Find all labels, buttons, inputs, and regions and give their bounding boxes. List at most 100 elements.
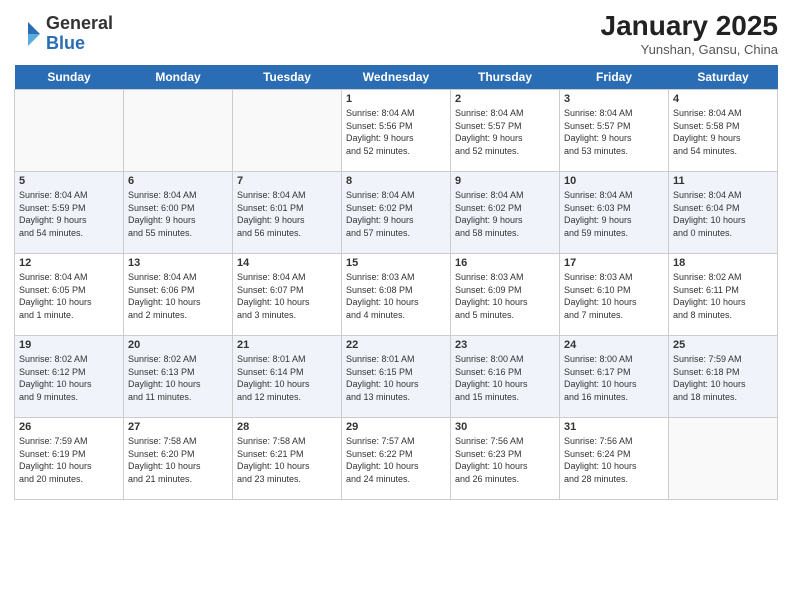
day-info: Sunrise: 8:04 AMSunset: 6:00 PMDaylight:… <box>128 189 228 239</box>
week-row-3: 12 Sunrise: 8:04 AMSunset: 6:05 PMDayligh… <box>15 254 778 336</box>
day-info: Sunrise: 8:00 AMSunset: 6:16 PMDaylight:… <box>455 353 555 403</box>
day-info: Sunrise: 7:58 AMSunset: 6:20 PMDaylight:… <box>128 435 228 485</box>
day-info: Sunrise: 8:04 AMSunset: 5:57 PMDaylight:… <box>564 107 664 157</box>
day-info: Sunrise: 7:57 AMSunset: 6:22 PMDaylight:… <box>346 435 446 485</box>
day-number: 11 <box>673 175 773 187</box>
calendar-cell <box>669 418 778 500</box>
calendar-cell: 31 Sunrise: 7:56 AMSunset: 6:24 PMDayligh… <box>560 418 669 500</box>
calendar-cell: 15 Sunrise: 8:03 AMSunset: 6:08 PMDayligh… <box>342 254 451 336</box>
header: General Blue January 2025 Yunshan, Gansu… <box>14 10 778 57</box>
day-header-tuesday: Tuesday <box>233 65 342 90</box>
day-info: Sunrise: 8:04 AMSunset: 6:03 PMDaylight:… <box>564 189 664 239</box>
day-number: 23 <box>455 339 555 351</box>
day-info: Sunrise: 8:01 AMSunset: 6:14 PMDaylight:… <box>237 353 337 403</box>
calendar-cell: 26 Sunrise: 7:59 AMSunset: 6:19 PMDayligh… <box>15 418 124 500</box>
day-number: 29 <box>346 421 446 433</box>
calendar-cell: 18 Sunrise: 8:02 AMSunset: 6:11 PMDayligh… <box>669 254 778 336</box>
day-info: Sunrise: 8:04 AMSunset: 5:56 PMDaylight:… <box>346 107 446 157</box>
day-number: 27 <box>128 421 228 433</box>
day-number: 12 <box>19 257 119 269</box>
calendar-cell: 3 Sunrise: 8:04 AMSunset: 5:57 PMDaylight… <box>560 90 669 172</box>
calendar-cell <box>124 90 233 172</box>
day-info: Sunrise: 8:03 AMSunset: 6:08 PMDaylight:… <box>346 271 446 321</box>
calendar-cell: 1 Sunrise: 8:04 AMSunset: 5:56 PMDaylight… <box>342 90 451 172</box>
calendar-cell: 21 Sunrise: 8:01 AMSunset: 6:14 PMDayligh… <box>233 336 342 418</box>
day-number: 3 <box>564 93 664 105</box>
calendar-cell <box>233 90 342 172</box>
day-number: 1 <box>346 93 446 105</box>
calendar-cell: 27 Sunrise: 7:58 AMSunset: 6:20 PMDayligh… <box>124 418 233 500</box>
title-block: January 2025 Yunshan, Gansu, China <box>601 10 778 57</box>
week-row-2: 5 Sunrise: 8:04 AMSunset: 5:59 PMDaylight… <box>15 172 778 254</box>
day-info: Sunrise: 8:04 AMSunset: 5:57 PMDaylight:… <box>455 107 555 157</box>
calendar-cell: 12 Sunrise: 8:04 AMSunset: 6:05 PMDayligh… <box>15 254 124 336</box>
day-number: 28 <box>237 421 337 433</box>
day-number: 17 <box>564 257 664 269</box>
day-info: Sunrise: 8:04 AMSunset: 6:01 PMDaylight:… <box>237 189 337 239</box>
calendar-cell: 29 Sunrise: 7:57 AMSunset: 6:22 PMDayligh… <box>342 418 451 500</box>
day-number: 25 <box>673 339 773 351</box>
day-header-friday: Friday <box>560 65 669 90</box>
day-info: Sunrise: 8:04 AMSunset: 5:59 PMDaylight:… <box>19 189 119 239</box>
calendar-cell: 19Sunrise: 8:02 AMSunset: 6:12 PMDayligh… <box>15 336 124 418</box>
week-row-1: 1 Sunrise: 8:04 AMSunset: 5:56 PMDaylight… <box>15 90 778 172</box>
calendar-cell: 23 Sunrise: 8:00 AMSunset: 6:16 PMDayligh… <box>451 336 560 418</box>
calendar-cell: 22 Sunrise: 8:01 AMSunset: 6:15 PMDayligh… <box>342 336 451 418</box>
calendar-cell: 17Sunrise: 8:03 AMSunset: 6:10 PMDayligh… <box>560 254 669 336</box>
calendar-cell: 24 Sunrise: 8:00 AMSunset: 6:17 PMDayligh… <box>560 336 669 418</box>
day-number: 18 <box>673 257 773 269</box>
week-row-5: 26 Sunrise: 7:59 AMSunset: 6:19 PMDayligh… <box>15 418 778 500</box>
day-number: 7 <box>237 175 337 187</box>
day-info: Sunrise: 7:59 AMSunset: 6:19 PMDaylight:… <box>19 435 119 485</box>
day-number: 15 <box>346 257 446 269</box>
day-info: Sunrise: 8:02 AMSunset: 6:12 PMDaylight:… <box>19 353 119 403</box>
day-info: Sunrise: 7:56 AMSunset: 6:24 PMDaylight:… <box>564 435 664 485</box>
day-number: 21 <box>237 339 337 351</box>
calendar-cell: 10 Sunrise: 8:04 AMSunset: 6:03 PMDayligh… <box>560 172 669 254</box>
calendar-cell: 13Sunrise: 8:04 AMSunset: 6:06 PMDayligh… <box>124 254 233 336</box>
day-number: 20 <box>128 339 228 351</box>
day-number: 24 <box>564 339 664 351</box>
calendar-cell: 11Sunrise: 8:04 AMSunset: 6:04 PMDayligh… <box>669 172 778 254</box>
day-info: Sunrise: 8:04 AMSunset: 5:58 PMDaylight:… <box>673 107 773 157</box>
day-info: Sunrise: 7:59 AMSunset: 6:18 PMDaylight:… <box>673 353 773 403</box>
calendar-cell: 16Sunrise: 8:03 AMSunset: 6:09 PMDayligh… <box>451 254 560 336</box>
day-number: 14 <box>237 257 337 269</box>
calendar-cell: 7 Sunrise: 8:04 AMSunset: 6:01 PMDaylight… <box>233 172 342 254</box>
day-number: 31 <box>564 421 664 433</box>
day-info: Sunrise: 8:04 AMSunset: 6:05 PMDaylight:… <box>19 271 119 321</box>
calendar-cell: 9 Sunrise: 8:04 AMSunset: 6:02 PMDaylight… <box>451 172 560 254</box>
calendar-cell: 14Sunrise: 8:04 AMSunset: 6:07 PMDayligh… <box>233 254 342 336</box>
day-info: Sunrise: 8:04 AMSunset: 6:02 PMDaylight:… <box>455 189 555 239</box>
logo-general: General <box>46 14 113 34</box>
day-header-thursday: Thursday <box>451 65 560 90</box>
day-info: Sunrise: 7:56 AMSunset: 6:23 PMDaylight:… <box>455 435 555 485</box>
calendar-page: General Blue January 2025 Yunshan, Gansu… <box>0 0 792 612</box>
day-header-sunday: Sunday <box>15 65 124 90</box>
day-number: 10 <box>564 175 664 187</box>
calendar-cell: 8Sunrise: 8:04 AMSunset: 6:02 PMDaylight… <box>342 172 451 254</box>
calendar-cell: 28 Sunrise: 7:58 AMSunset: 6:21 PMDayligh… <box>233 418 342 500</box>
day-header-monday: Monday <box>124 65 233 90</box>
day-info: Sunrise: 8:01 AMSunset: 6:15 PMDaylight:… <box>346 353 446 403</box>
day-info: Sunrise: 7:58 AMSunset: 6:21 PMDaylight:… <box>237 435 337 485</box>
calendar-cell: 30Sunrise: 7:56 AMSunset: 6:23 PMDayligh… <box>451 418 560 500</box>
logo: General Blue <box>14 14 113 54</box>
calendar-cell: 5 Sunrise: 8:04 AMSunset: 5:59 PMDaylight… <box>15 172 124 254</box>
day-number: 22 <box>346 339 446 351</box>
calendar-cell <box>15 90 124 172</box>
logo-icon <box>14 20 42 48</box>
day-info: Sunrise: 8:04 AMSunset: 6:06 PMDaylight:… <box>128 271 228 321</box>
week-row-4: 19Sunrise: 8:02 AMSunset: 6:12 PMDayligh… <box>15 336 778 418</box>
day-number: 9 <box>455 175 555 187</box>
logo-blue: Blue <box>46 34 113 54</box>
calendar-cell: 25 Sunrise: 7:59 AMSunset: 6:18 PMDayligh… <box>669 336 778 418</box>
day-header-saturday: Saturday <box>669 65 778 90</box>
day-number: 2 <box>455 93 555 105</box>
day-number: 5 <box>19 175 119 187</box>
day-header-wednesday: Wednesday <box>342 65 451 90</box>
day-info: Sunrise: 8:03 AMSunset: 6:09 PMDaylight:… <box>455 271 555 321</box>
day-number: 26 <box>19 421 119 433</box>
day-info: Sunrise: 8:02 AMSunset: 6:11 PMDaylight:… <box>673 271 773 321</box>
day-info: Sunrise: 8:00 AMSunset: 6:17 PMDaylight:… <box>564 353 664 403</box>
